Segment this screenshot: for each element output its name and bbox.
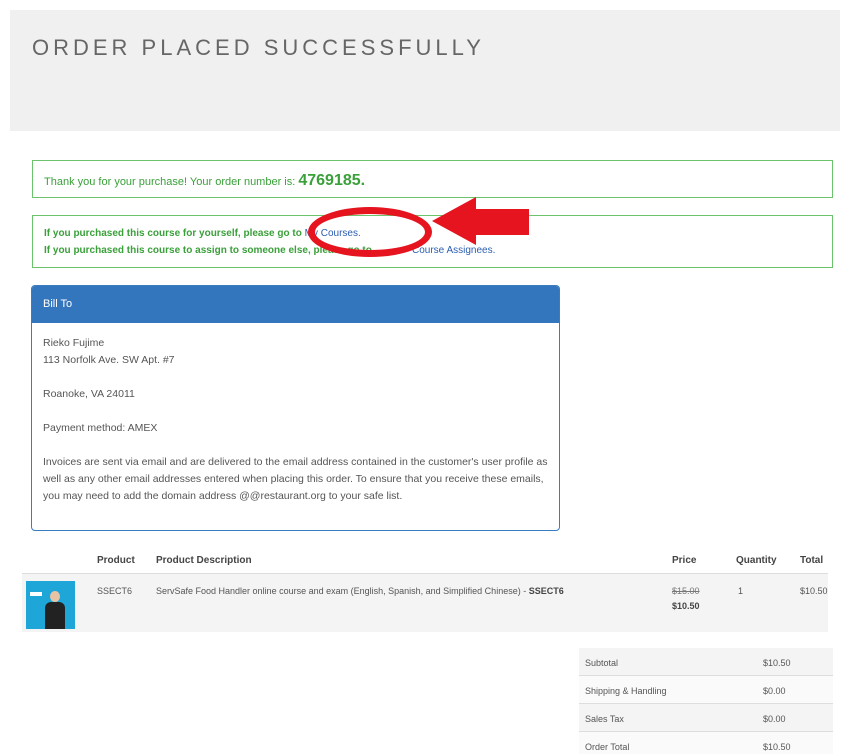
page-header: ORDER PLACED SUCCESSFULLY: [10, 10, 840, 131]
shipping-label: Shipping & Handling: [585, 686, 667, 696]
customer-name: Rieko Fujime: [43, 337, 105, 349]
order-total-label: Order Total: [585, 742, 630, 752]
thanks-text: Thank you for your purchase! Your order …: [44, 176, 299, 188]
page-title: ORDER PLACED SUCCESSFULLY: [32, 35, 485, 60]
product-description-text: ServSafe Food Handler online course and …: [156, 586, 529, 596]
order-confirmation-alert: Thank you for your purchase! Your order …: [32, 160, 833, 198]
quantity-value: 1: [738, 586, 744, 596]
bill-to-heading: Bill To: [32, 286, 559, 323]
thanks-message: Thank you for your purchase! Your order …: [44, 172, 365, 190]
order-total-value: $10.50: [763, 742, 791, 752]
sales-tax-value: $0.00: [763, 714, 786, 724]
column-header-product: Product: [97, 555, 135, 566]
annotation-arrow-icon: [432, 197, 529, 245]
shipping-row: Shipping & Handling $0.00: [579, 676, 833, 704]
product-description: ServSafe Food Handler online course and …: [156, 586, 636, 596]
line-total: $10.50: [800, 586, 828, 596]
bill-to-body: Rieko Fujime 113 Norfolk Ave. SW Apt. #7…: [32, 323, 559, 505]
order-total-row: Order Total $10.50: [579, 732, 833, 754]
order-number-period: .: [360, 172, 366, 189]
product-code: SSECT6: [97, 586, 133, 596]
sale-price: $10.50: [672, 601, 700, 611]
invoice-note: Invoices are sent via email and are deli…: [43, 456, 548, 502]
product-description-code: SSECT6: [528, 586, 564, 596]
sales-tax-label: Sales Tax: [585, 714, 624, 724]
order-totals: Subtotal $10.50 Shipping & Handling $0.0…: [579, 648, 833, 754]
city-state-zip: Roanoke, VA 24011: [43, 388, 135, 400]
annotation-circle: [308, 207, 432, 257]
order-number: 4769185: [298, 172, 361, 189]
subtotal-row: Subtotal $10.50: [579, 648, 833, 676]
subtotal-label: Subtotal: [585, 658, 619, 668]
subtotal-value: $10.50: [763, 658, 791, 668]
column-header-description: Product Description: [156, 555, 252, 566]
table-row: SSECT6 ServSafe Food Handler online cour…: [22, 573, 828, 632]
column-header-quantity: Quantity: [736, 555, 777, 566]
course-line-self-text: If you purchased this course for yoursel…: [44, 228, 305, 239]
column-header-total: Total: [800, 555, 824, 566]
original-price: $15.00: [672, 586, 700, 596]
shipping-value: $0.00: [763, 686, 786, 696]
payment-method: Payment method: AMEX: [43, 422, 158, 434]
column-header-price: Price: [672, 555, 697, 566]
sales-tax-row: Sales Tax $0.00: [579, 704, 833, 732]
product-thumbnail[interactable]: [26, 581, 75, 629]
bill-to-panel: Bill To Rieko Fujime 113 Norfolk Ave. SW…: [31, 285, 560, 531]
address-line: 113 Norfolk Ave. SW Apt. #7: [43, 354, 175, 366]
